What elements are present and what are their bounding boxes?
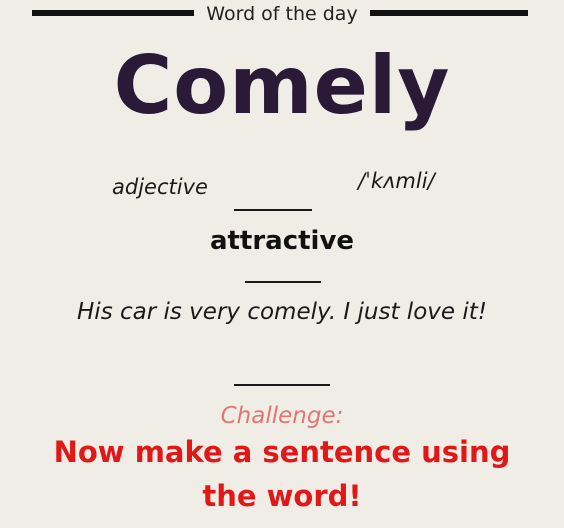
divider-1: [234, 209, 312, 211]
part-of-speech: adjective: [112, 175, 208, 199]
header-rule-right: [370, 10, 528, 16]
divider-2: [245, 281, 321, 283]
header-label: Word of the day: [206, 3, 358, 25]
divider-3: [234, 384, 330, 386]
challenge-text: Now make a sentence using the word!: [53, 435, 511, 513]
header-rule-left: [32, 10, 194, 16]
example-sentence: His car is very comely. I just love it!: [77, 299, 487, 325]
pronunciation: /ˈkʌmli/: [358, 169, 435, 193]
challenge-label: Challenge:: [220, 403, 344, 429]
meaning: attractive: [209, 226, 355, 256]
word-title: Comely: [113, 39, 451, 132]
